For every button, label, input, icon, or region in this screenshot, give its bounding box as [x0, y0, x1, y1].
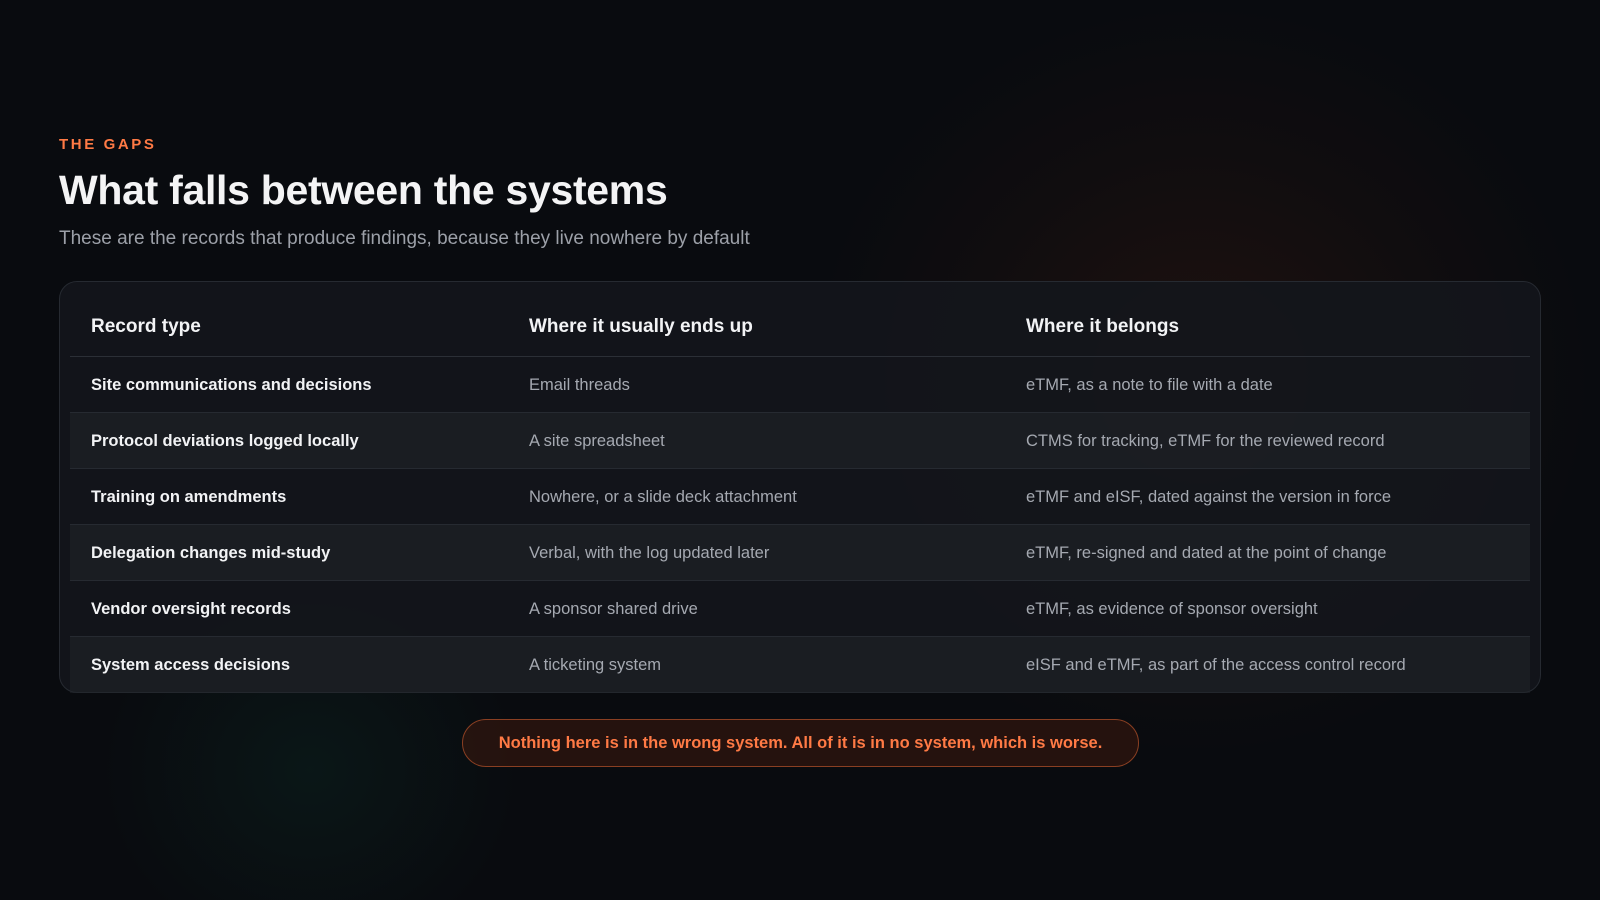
callout-pill: Nothing here is in the wrong system. All…: [462, 719, 1139, 767]
table-row: Site communications and decisions Email …: [70, 357, 1530, 413]
header-record-type: Record type: [91, 316, 201, 337]
table-row: Delegation changes mid-study Verbal, wit…: [70, 525, 1530, 581]
cell-where-ends-up: Verbal, with the log updated later: [529, 544, 770, 562]
cell-record-type: Vendor oversight records: [91, 600, 291, 618]
cell-where-belongs: eISF and eTMF, as part of the access con…: [1026, 656, 1406, 674]
cell-where-ends-up: A ticketing system: [529, 656, 662, 674]
cell-record-type: Protocol deviations logged locally: [91, 432, 359, 450]
cell-where-ends-up: Email threads: [529, 376, 630, 394]
cell-record-type: System access decisions: [91, 656, 291, 674]
cell-record-type: Training on amendments: [91, 488, 287, 506]
cell-record-type: Site communications and decisions: [91, 376, 372, 394]
eyebrow-label: THE GAPS: [59, 136, 157, 153]
table-row: Vendor oversight records A sponsor share…: [70, 581, 1530, 637]
cell-where-belongs: eTMF, as a note to file with a date: [1026, 376, 1273, 394]
page-subtitle: These are the records that produce findi…: [59, 228, 750, 249]
header-where-belongs: Where it belongs: [1026, 316, 1180, 337]
slide: THE GAPS What falls between the systems …: [0, 0, 1600, 900]
header-where-ends-up: Where it usually ends up: [529, 316, 753, 337]
table-header: Record type Where it usually ends up Whe…: [70, 290, 1530, 357]
cell-where-belongs: eTMF and eISF, dated against the version…: [1026, 488, 1392, 506]
cell-where-ends-up: A site spreadsheet: [529, 432, 665, 450]
cell-record-type: Delegation changes mid-study: [91, 544, 331, 562]
table-row: Protocol deviations logged locally A sit…: [70, 413, 1530, 469]
cell-where-belongs: eTMF, re-signed and dated at the point o…: [1026, 544, 1387, 562]
cell-where-belongs: eTMF, as evidence of sponsor oversight: [1026, 600, 1318, 618]
table-row: Training on amendments Nowhere, or a sli…: [70, 469, 1530, 525]
gaps-table: Record type Where it usually ends up Whe…: [59, 281, 1541, 693]
table-row: System access decisions A ticketing syst…: [70, 637, 1530, 693]
cell-where-ends-up: A sponsor shared drive: [529, 600, 698, 618]
cell-where-belongs: CTMS for tracking, eTMF for the reviewed…: [1026, 432, 1385, 450]
cell-where-ends-up: Nowhere, or a slide deck attachment: [529, 488, 797, 506]
page-title: What falls between the systems: [59, 167, 668, 213]
